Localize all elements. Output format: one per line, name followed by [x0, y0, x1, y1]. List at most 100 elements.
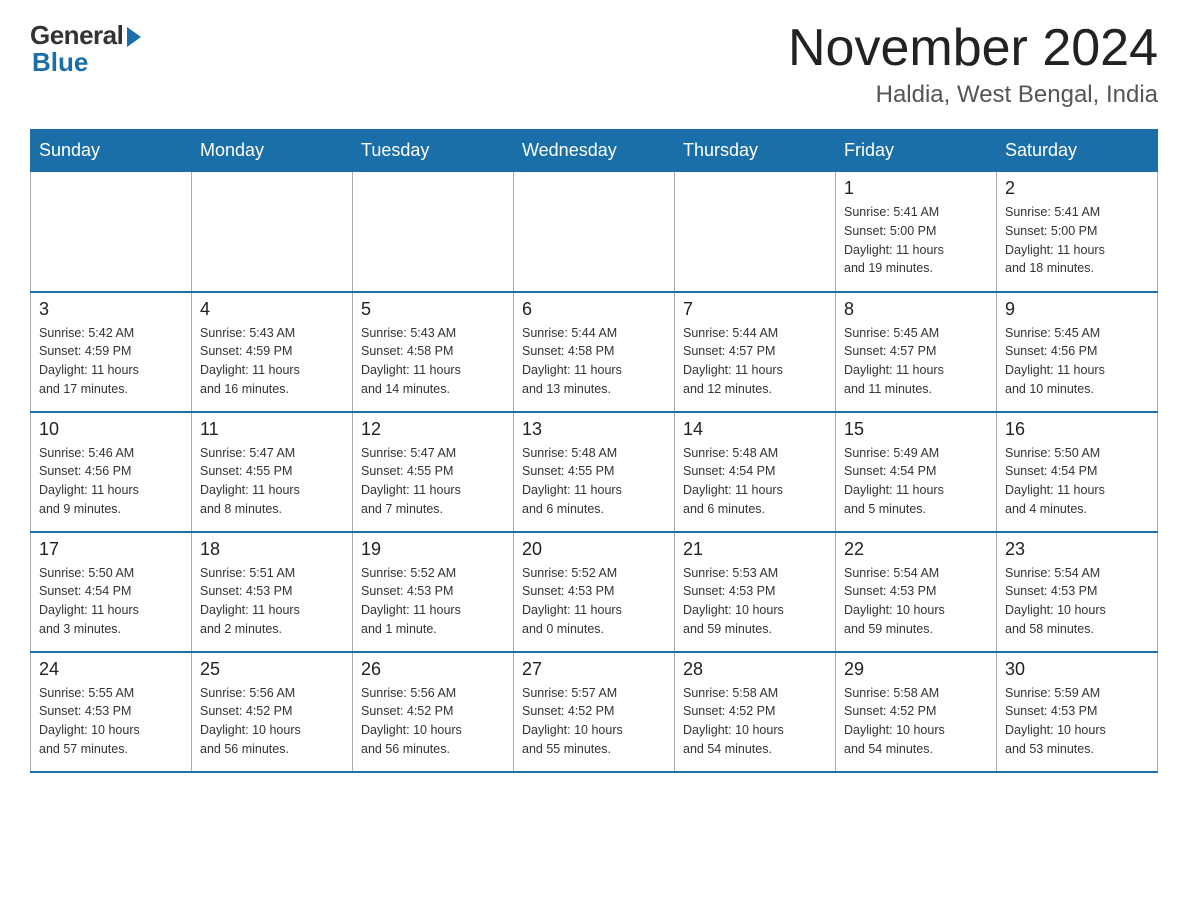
day-number: 23 — [1005, 539, 1149, 560]
day-number: 17 — [39, 539, 183, 560]
calendar-cell: 4 Sunrise: 5:43 AM Sunset: 4:59 PM Daylig… — [192, 292, 353, 412]
day-info: Sunrise: 5:57 AM Sunset: 4:52 PM Dayligh… — [522, 686, 623, 756]
calendar-week-row: 17 Sunrise: 5:50 AM Sunset: 4:54 PM Dayli… — [31, 532, 1158, 652]
calendar-cell: 11 Sunrise: 5:47 AM Sunset: 4:55 PM Dayli… — [192, 412, 353, 532]
calendar-week-row: 24 Sunrise: 5:55 AM Sunset: 4:53 PM Dayli… — [31, 652, 1158, 772]
calendar-cell — [31, 172, 192, 292]
day-number: 3 — [39, 299, 183, 320]
calendar-cell: 21 Sunrise: 5:53 AM Sunset: 4:53 PM Dayli… — [675, 532, 836, 652]
day-number: 12 — [361, 419, 505, 440]
day-info: Sunrise: 5:43 AM Sunset: 4:59 PM Dayligh… — [200, 326, 300, 396]
calendar-cell: 13 Sunrise: 5:48 AM Sunset: 4:55 PM Dayli… — [514, 412, 675, 532]
calendar-cell: 14Sunrise: 5:48 AM Sunset: 4:54 PM Dayli… — [675, 412, 836, 532]
month-title: November 2024 — [788, 20, 1158, 77]
day-info: Sunrise: 5:58 AM Sunset: 4:52 PM Dayligh… — [683, 686, 784, 756]
day-number: 6 — [522, 299, 666, 320]
day-number: 10 — [39, 419, 183, 440]
logo: General Blue — [30, 20, 141, 78]
calendar-cell: 9Sunrise: 5:45 AM Sunset: 4:56 PM Daylig… — [997, 292, 1158, 412]
weekday-header-saturday: Saturday — [997, 130, 1158, 172]
page-header: General Blue November 2024 Haldia, West … — [30, 20, 1158, 109]
day-info: Sunrise: 5:56 AM Sunset: 4:52 PM Dayligh… — [200, 686, 301, 756]
day-info: Sunrise: 5:58 AM Sunset: 4:52 PM Dayligh… — [844, 686, 945, 756]
day-number: 21 — [683, 539, 827, 560]
day-info: Sunrise: 5:51 AM Sunset: 4:53 PM Dayligh… — [200, 566, 300, 636]
calendar-cell: 10Sunrise: 5:46 AM Sunset: 4:56 PM Dayli… — [31, 412, 192, 532]
day-number: 24 — [39, 659, 183, 680]
weekday-header-wednesday: Wednesday — [514, 130, 675, 172]
day-info: Sunrise: 5:52 AM Sunset: 4:53 PM Dayligh… — [522, 566, 622, 636]
weekday-header-thursday: Thursday — [675, 130, 836, 172]
day-info: Sunrise: 5:48 AM Sunset: 4:55 PM Dayligh… — [522, 446, 622, 516]
calendar-cell: 17 Sunrise: 5:50 AM Sunset: 4:54 PM Dayli… — [31, 532, 192, 652]
day-info: Sunrise: 5:54 AM Sunset: 4:53 PM Dayligh… — [1005, 566, 1106, 636]
day-number: 27 — [522, 659, 666, 680]
day-number: 13 — [522, 419, 666, 440]
calendar-cell: 20 Sunrise: 5:52 AM Sunset: 4:53 PM Dayli… — [514, 532, 675, 652]
weekday-header-friday: Friday — [836, 130, 997, 172]
location-title: Haldia, West Bengal, India — [788, 81, 1158, 109]
day-number: 29 — [844, 659, 988, 680]
day-info: Sunrise: 5:44 AM Sunset: 4:57 PM Dayligh… — [683, 326, 783, 396]
calendar-cell — [192, 172, 353, 292]
day-number: 30 — [1005, 659, 1149, 680]
day-info: Sunrise: 5:50 AM Sunset: 4:54 PM Dayligh… — [39, 566, 139, 636]
calendar-cell: 23 Sunrise: 5:54 AM Sunset: 4:53 PM Dayli… — [997, 532, 1158, 652]
day-number: 9 — [1005, 299, 1149, 320]
day-info: Sunrise: 5:50 AM Sunset: 4:54 PM Dayligh… — [1005, 446, 1105, 516]
day-info: Sunrise: 5:47 AM Sunset: 4:55 PM Dayligh… — [200, 446, 300, 516]
day-number: 22 — [844, 539, 988, 560]
day-number: 11 — [200, 419, 344, 440]
day-info: Sunrise: 5:59 AM Sunset: 4:53 PM Dayligh… — [1005, 686, 1106, 756]
day-number: 16 — [1005, 419, 1149, 440]
calendar-cell: 6 Sunrise: 5:44 AM Sunset: 4:58 PM Daylig… — [514, 292, 675, 412]
day-number: 18 — [200, 539, 344, 560]
day-number: 28 — [683, 659, 827, 680]
calendar-cell: 19 Sunrise: 5:52 AM Sunset: 4:53 PM Dayli… — [353, 532, 514, 652]
day-info: Sunrise: 5:45 AM Sunset: 4:57 PM Dayligh… — [844, 326, 944, 396]
calendar-cell: 22 Sunrise: 5:54 AM Sunset: 4:53 PM Dayli… — [836, 532, 997, 652]
day-info: Sunrise: 5:47 AM Sunset: 4:55 PM Dayligh… — [361, 446, 461, 516]
title-block: November 2024 Haldia, West Bengal, India — [788, 20, 1158, 109]
weekday-header-monday: Monday — [192, 130, 353, 172]
day-number: 20 — [522, 539, 666, 560]
logo-blue-text: Blue — [30, 47, 88, 78]
day-info: Sunrise: 5:53 AM Sunset: 4:53 PM Dayligh… — [683, 566, 784, 636]
day-number: 1 — [844, 178, 988, 199]
day-number: 15 — [844, 419, 988, 440]
calendar-cell: 29 Sunrise: 5:58 AM Sunset: 4:52 PM Dayli… — [836, 652, 997, 772]
calendar-week-row: 3 Sunrise: 5:42 AM Sunset: 4:59 PM Daylig… — [31, 292, 1158, 412]
calendar-table: SundayMondayTuesdayWednesdayThursdayFrid… — [30, 129, 1158, 773]
day-number: 19 — [361, 539, 505, 560]
calendar-cell: 15 Sunrise: 5:49 AM Sunset: 4:54 PM Dayli… — [836, 412, 997, 532]
calendar-week-row: 10Sunrise: 5:46 AM Sunset: 4:56 PM Dayli… — [31, 412, 1158, 532]
calendar-week-row: 1 Sunrise: 5:41 AM Sunset: 5:00 PM Daylig… — [31, 172, 1158, 292]
day-number: 5 — [361, 299, 505, 320]
day-info: Sunrise: 5:44 AM Sunset: 4:58 PM Dayligh… — [522, 326, 622, 396]
day-info: Sunrise: 5:48 AM Sunset: 4:54 PM Dayligh… — [683, 446, 783, 516]
calendar-cell: 30 Sunrise: 5:59 AM Sunset: 4:53 PM Dayli… — [997, 652, 1158, 772]
day-number: 7 — [683, 299, 827, 320]
weekday-header-tuesday: Tuesday — [353, 130, 514, 172]
day-number: 4 — [200, 299, 344, 320]
weekday-header-sunday: Sunday — [31, 130, 192, 172]
day-info: Sunrise: 5:43 AM Sunset: 4:58 PM Dayligh… — [361, 326, 461, 396]
calendar-cell: 27 Sunrise: 5:57 AM Sunset: 4:52 PM Dayli… — [514, 652, 675, 772]
calendar-cell: 16 Sunrise: 5:50 AM Sunset: 4:54 PM Dayli… — [997, 412, 1158, 532]
calendar-cell: 2Sunrise: 5:41 AM Sunset: 5:00 PM Daylig… — [997, 172, 1158, 292]
calendar-cell: 25 Sunrise: 5:56 AM Sunset: 4:52 PM Dayli… — [192, 652, 353, 772]
day-info: Sunrise: 5:52 AM Sunset: 4:53 PM Dayligh… — [361, 566, 461, 636]
logo-arrow-icon — [127, 27, 141, 47]
day-info: Sunrise: 5:41 AM Sunset: 5:00 PM Dayligh… — [844, 205, 944, 275]
calendar-cell — [353, 172, 514, 292]
day-number: 8 — [844, 299, 988, 320]
day-info: Sunrise: 5:49 AM Sunset: 4:54 PM Dayligh… — [844, 446, 944, 516]
calendar-cell: 7 Sunrise: 5:44 AM Sunset: 4:57 PM Daylig… — [675, 292, 836, 412]
calendar-cell: 1 Sunrise: 5:41 AM Sunset: 5:00 PM Daylig… — [836, 172, 997, 292]
calendar-cell: 18 Sunrise: 5:51 AM Sunset: 4:53 PM Dayli… — [192, 532, 353, 652]
day-info: Sunrise: 5:54 AM Sunset: 4:53 PM Dayligh… — [844, 566, 945, 636]
weekday-header-row: SundayMondayTuesdayWednesdayThursdayFrid… — [31, 130, 1158, 172]
day-info: Sunrise: 5:42 AM Sunset: 4:59 PM Dayligh… — [39, 326, 139, 396]
day-info: Sunrise: 5:55 AM Sunset: 4:53 PM Dayligh… — [39, 686, 140, 756]
day-number: 25 — [200, 659, 344, 680]
